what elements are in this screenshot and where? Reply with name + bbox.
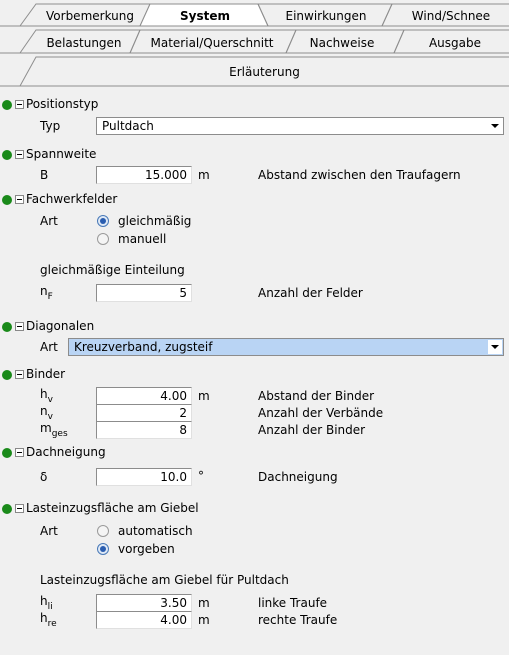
radio-manuell-label[interactable]: manuell bbox=[118, 232, 166, 246]
radio-manuell[interactable] bbox=[97, 233, 109, 245]
hli-description: linke Traufe bbox=[258, 596, 328, 610]
tab-material-querschnitt[interactable]: Material/Querschnitt bbox=[138, 31, 286, 55]
group-title: Fachwerkfelder bbox=[26, 192, 118, 206]
hre-description: rechte Traufe bbox=[258, 613, 338, 627]
group-fachwerkfelder: Fachwerkfelder bbox=[0, 191, 509, 211]
b-label: B bbox=[40, 168, 49, 182]
group-dachneigung: Dachneigung bbox=[0, 444, 509, 464]
collapse-icon[interactable] bbox=[15, 370, 24, 379]
radio-vorgeben-label[interactable]: vorgeben bbox=[118, 542, 175, 556]
nf-label: nF bbox=[40, 284, 53, 302]
nv-input[interactable]: 2 bbox=[96, 404, 192, 422]
group-title: Lasteinzugsfläche am Giebel bbox=[26, 501, 199, 515]
nv-description: Anzahl der Verbände bbox=[258, 406, 384, 420]
group-title: Binder bbox=[26, 367, 66, 381]
hre-label: hre bbox=[40, 611, 57, 629]
group-title: Spannweite bbox=[26, 147, 97, 161]
group-status-dot bbox=[2, 150, 12, 160]
delta-unit: ° bbox=[198, 469, 204, 483]
tab-belastungen[interactable]: Belastungen bbox=[36, 31, 132, 55]
delta-description: Dachneigung bbox=[258, 470, 338, 484]
b-description: Abstand zwischen den Traufagern bbox=[258, 168, 461, 182]
diagonalen-value: Kreuzverband, zugsteif bbox=[74, 340, 213, 354]
art-label: Art bbox=[40, 340, 58, 354]
hli-label: hli bbox=[40, 594, 53, 612]
hli-input[interactable]: 3.50 bbox=[96, 594, 192, 612]
collapse-icon[interactable] bbox=[15, 150, 24, 159]
nf-description: Anzahl der Felder bbox=[258, 286, 363, 300]
tab-erlaeuterung[interactable]: Erläuterung bbox=[20, 60, 509, 84]
tab-wind-schnee[interactable]: Wind/Schnee bbox=[394, 4, 508, 28]
radio-vorgeben[interactable] bbox=[97, 543, 109, 555]
group-title: Diagonalen bbox=[26, 319, 95, 333]
typ-label: Typ bbox=[40, 119, 61, 133]
nv-label: nv bbox=[40, 404, 53, 422]
mges-label: mges bbox=[40, 421, 68, 439]
group-lasteinzugsflaeche: Lasteinzugsfläche am Giebel bbox=[0, 500, 509, 520]
tab-ausgabe[interactable]: Ausgabe bbox=[402, 31, 508, 55]
art-label: Art bbox=[40, 214, 58, 228]
system-form: Positionstyp Typ Pultdach Spannweite B 1… bbox=[0, 88, 509, 655]
hli-unit: m bbox=[198, 596, 210, 610]
spannweite-input[interactable]: 15.000 bbox=[96, 166, 192, 184]
positionstyp-select[interactable]: Pultdach bbox=[96, 117, 504, 135]
collapse-icon[interactable] bbox=[15, 195, 24, 204]
radio-gleichmaessig-label[interactable]: gleichmäßig bbox=[118, 214, 191, 228]
dropdown-arrow-icon[interactable] bbox=[488, 340, 502, 354]
tab-vorbemerkung[interactable]: Vorbemerkung bbox=[40, 4, 140, 28]
group-diagonalen: Diagonalen bbox=[0, 318, 509, 338]
mges-description: Anzahl der Binder bbox=[258, 423, 366, 437]
radio-automatisch[interactable] bbox=[97, 525, 109, 537]
group-positionstyp: Positionstyp bbox=[0, 96, 509, 116]
hv-input[interactable]: 4.00 bbox=[96, 387, 192, 405]
dachneigung-input[interactable]: 10.0 bbox=[96, 468, 192, 486]
tab-einwirkungen[interactable]: Einwirkungen bbox=[270, 4, 382, 28]
tab-nachweise[interactable]: Nachweise bbox=[292, 31, 392, 55]
group-title: Dachneigung bbox=[26, 445, 106, 459]
dropdown-arrow-icon[interactable] bbox=[488, 119, 502, 133]
delta-label: δ bbox=[40, 470, 48, 484]
positionstyp-value: Pultdach bbox=[102, 119, 154, 133]
art-label: Art bbox=[40, 524, 58, 538]
hv-label: hv bbox=[40, 387, 53, 405]
group-status-dot bbox=[2, 195, 12, 205]
nf-input[interactable]: 5 bbox=[96, 284, 192, 302]
subheading: Lasteinzugsfläche am Giebel für Pultdach bbox=[40, 573, 289, 587]
group-title: Positionstyp bbox=[26, 97, 99, 111]
group-status-dot bbox=[2, 504, 12, 514]
mges-input[interactable]: 8 bbox=[96, 421, 192, 439]
hv-description: Abstand der Binder bbox=[258, 389, 375, 403]
hre-unit: m bbox=[198, 613, 210, 627]
b-unit: m bbox=[198, 168, 210, 182]
group-binder: Binder bbox=[0, 366, 509, 386]
tab-system[interactable]: System bbox=[150, 4, 260, 28]
subheading: gleichmäßige Einteilung bbox=[40, 263, 185, 277]
group-status-dot bbox=[2, 448, 12, 458]
radio-gleichmaessig[interactable] bbox=[97, 215, 109, 227]
group-status-dot bbox=[2, 370, 12, 380]
collapse-icon[interactable] bbox=[15, 448, 24, 457]
hre-input[interactable]: 4.00 bbox=[96, 611, 192, 629]
collapse-icon[interactable] bbox=[15, 100, 24, 109]
radio-automatisch-label[interactable]: automatisch bbox=[118, 524, 193, 538]
group-status-dot bbox=[2, 100, 12, 110]
collapse-icon[interactable] bbox=[15, 322, 24, 331]
hv-unit: m bbox=[198, 389, 210, 403]
diagonalen-select[interactable]: Kreuzverband, zugsteif bbox=[68, 338, 504, 356]
group-spannweite: Spannweite bbox=[0, 146, 509, 166]
collapse-icon[interactable] bbox=[15, 504, 24, 513]
group-status-dot bbox=[2, 322, 12, 332]
